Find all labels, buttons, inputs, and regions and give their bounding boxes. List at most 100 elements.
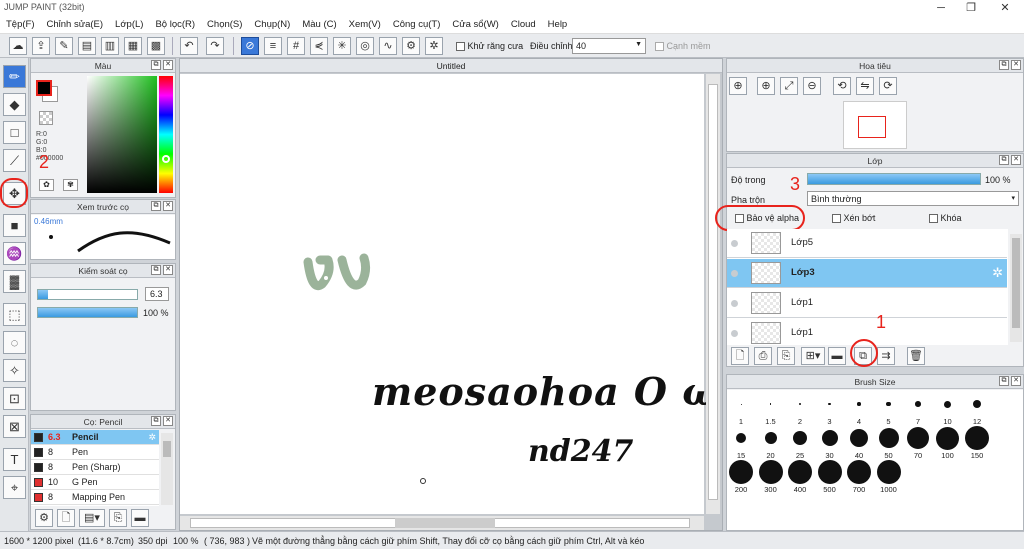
brush-size-dot[interactable] [793,431,807,445]
panel-close-icon[interactable]: ✕ [163,265,173,275]
menu-file[interactable]: Tệp(F) [0,16,41,30]
zoom-in2-icon[interactable]: ⊕ [757,77,775,95]
gear-icon[interactable]: ✲ [992,265,1003,281]
canvas-tab[interactable]: Untitled [180,59,722,73]
menu-window[interactable]: Cửa sổ(W) [446,16,504,30]
menu-cloud[interactable]: Cloud [505,16,542,30]
flip-icon[interactable]: ⇋ [856,77,874,95]
brush-size-dot[interactable] [850,429,868,447]
float-icon[interactable]: ⧉ [999,155,1009,165]
panel-close-icon[interactable]: ✕ [1011,376,1021,386]
panel-close-icon[interactable]: ✕ [163,60,173,70]
brush-size-dot[interactable] [764,432,777,444]
float-icon[interactable]: ⧉ [151,416,161,426]
menu-help[interactable]: Help [542,16,574,30]
blend-select[interactable]: Bình thường ▾ [807,191,1019,206]
brush-size-dot[interactable] [965,426,989,450]
rotate-right-icon[interactable]: ⟳ [879,77,897,95]
canvas-surface[interactable]: meosaohoa O ω O nd247 [180,74,767,514]
transparent-color[interactable] [39,111,53,125]
snap-circle-icon[interactable]: ◎ [356,37,374,55]
layer-row[interactable]: Lớp3 ✲ [727,259,1007,288]
delete-layer-icon[interactable]: 🗑 [907,347,925,365]
brush-size-dot[interactable] [847,460,871,484]
brush-row[interactable]: 8 Pen (Sharp) [31,460,159,475]
brush-size-dot[interactable] [740,403,742,405]
menu-select[interactable]: Chọn(S) [201,16,248,30]
brush-size-dot[interactable] [729,460,753,484]
brush-size-dot[interactable] [857,402,861,406]
copy-layer-icon[interactable]: ⎘ [777,347,795,365]
float-icon[interactable]: ⧉ [151,201,161,211]
visibility-icon[interactable] [731,330,738,337]
select-pen-icon[interactable]: ⊡ [3,387,26,410]
menu-filter[interactable]: Bộ lọc(R) [149,16,201,30]
visibility-icon[interactable] [731,240,738,247]
layer-opacity-slider[interactable] [807,173,981,185]
eraser-tool-icon[interactable]: ◆ [3,93,26,116]
adjust-select[interactable]: 40 ▼ [572,38,646,54]
palette-icon[interactable]: ✿ [39,179,54,191]
rotate-left-icon[interactable]: ⟲ [833,77,851,95]
menu-edit[interactable]: Chỉnh sửa(E) [41,16,110,30]
hue-slider[interactable] [159,76,173,193]
close-icon[interactable]: ✕ [990,0,1020,16]
saturation-box[interactable] [87,76,157,193]
snap-grid-icon[interactable]: # [287,37,305,55]
brush-size-dot[interactable] [799,403,801,405]
brush-settings-icon[interactable]: ⚙ [35,509,53,527]
visibility-icon[interactable] [731,270,738,277]
brush-size-dot[interactable] [788,460,812,484]
brush-size-dot[interactable] [907,427,929,449]
brush-size-dot[interactable] [878,428,899,448]
gear-icon[interactable]: ✲ [148,430,156,444]
menu-view[interactable]: Xem(V) [343,16,387,30]
snap-parallel-icon[interactable]: ≡ [264,37,282,55]
layer-row[interactable]: Lớp5 [727,229,1007,258]
snap-curve-icon[interactable]: ∿ [379,37,397,55]
new-layer-special-icon[interactable]: ⎙ [754,347,772,365]
antialias-check[interactable]: Khử răng cưa [456,41,523,52]
brush-size-dot[interactable] [769,403,772,405]
redo-icon[interactable]: ↷ [206,37,224,55]
brush-row[interactable]: 6.3 Pencil ✲ [31,430,159,445]
select-rect-icon[interactable]: ⬚ [3,303,26,326]
palette2-icon[interactable]: ✾ [63,179,78,191]
panel-close-icon[interactable]: ✕ [1011,155,1021,165]
brush-size-dot[interactable] [736,433,746,443]
float-icon[interactable]: ⧉ [999,60,1009,70]
clip-check[interactable]: Xén bớt [832,213,875,224]
snap-setting-icon[interactable]: ⚙ [402,37,420,55]
select-eraser-icon[interactable]: ⊠ [3,415,26,438]
brush-size-dot[interactable] [944,400,951,408]
eyedropper-tool-icon[interactable]: ⌖ [3,476,26,499]
gradient-tool-icon[interactable]: ▓ [3,270,26,293]
size-slider[interactable] [37,289,138,300]
snap-perspective-icon[interactable]: ⋞ [310,37,328,55]
menu-tools[interactable]: Công cụ(T) [387,16,447,30]
copy-brush-icon[interactable]: ⎘ [109,509,127,527]
snap-gear-icon[interactable]: ✲ [425,37,443,55]
brush-size-dot[interactable] [886,401,891,407]
layer-menu-icon[interactable]: ⊞▾ [801,347,825,365]
snap-radial-icon[interactable]: ✳ [333,37,351,55]
folder-brush-icon[interactable]: ▬ [131,509,149,527]
line-tool-icon[interactable]: ⟋ [3,149,26,172]
magic-wand-icon[interactable]: ✧ [3,359,26,382]
fit-icon[interactable]: ⤢ [780,77,798,95]
panel-close-icon[interactable]: ✕ [1011,60,1021,70]
brush-size-dot[interactable] [876,460,901,484]
new-layer-icon[interactable]: 🗋 [731,347,749,365]
menu-layer[interactable]: Lớp(L) [109,16,149,30]
new-brush-icon[interactable]: 🗋 [57,509,75,527]
canvas-hscroll[interactable] [180,516,704,530]
layer-row[interactable]: Lớp1 [727,289,1007,318]
bucket-tool-icon[interactable]: ♒ [3,242,26,265]
menu-capture[interactable]: Chụp(N) [248,16,296,30]
foreground-color[interactable] [36,80,52,96]
rect-tool-icon[interactable]: □ [3,121,26,144]
float-icon[interactable]: ⧉ [151,60,161,70]
brush-size-dot[interactable] [973,400,981,408]
minimize-icon[interactable]: ─ [926,0,956,16]
zoom-out-icon[interactable]: ⊖ [803,77,821,95]
